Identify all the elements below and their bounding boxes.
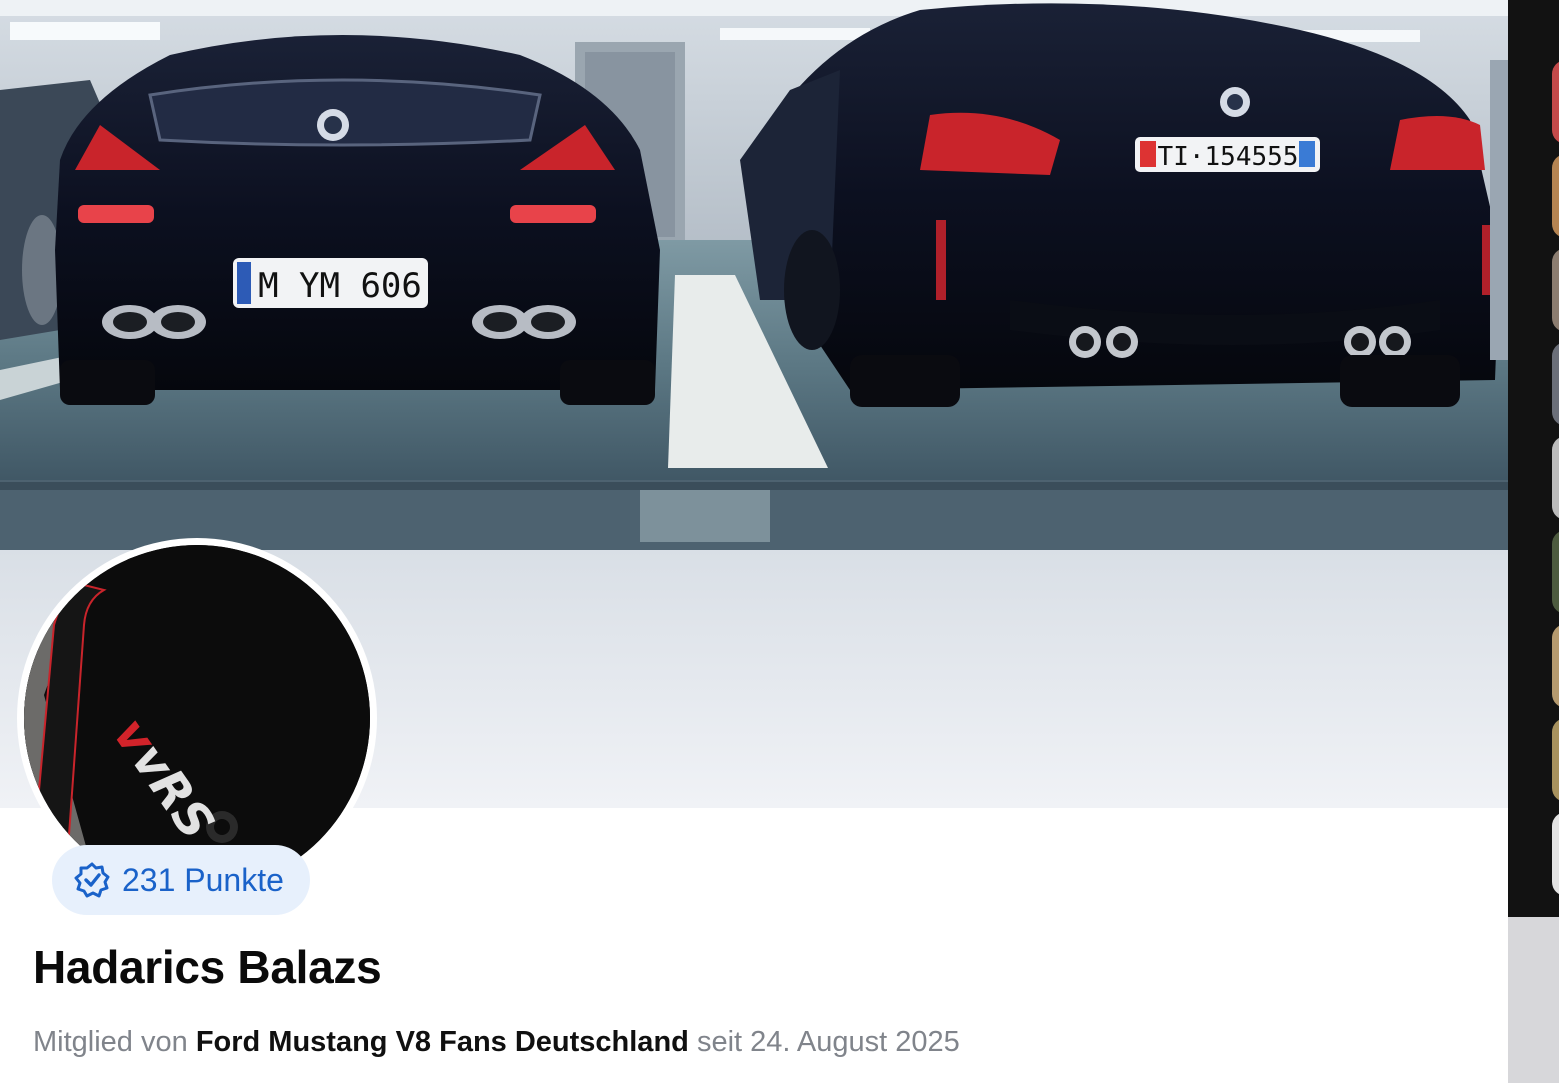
- thumbnail-item[interactable]: [1552, 624, 1559, 708]
- svg-text:TI·154555: TI·154555: [1158, 142, 1299, 172]
- group-link[interactable]: Ford Mustang V8 Fans Deutschland: [196, 1026, 689, 1058]
- thumbnail-item[interactable]: [1552, 154, 1559, 238]
- points-badge[interactable]: 231 Punkte: [52, 845, 310, 915]
- avatar[interactable]: vvRS: [24, 545, 370, 891]
- points-badge-icon: [74, 862, 110, 898]
- thumbnail-item[interactable]: [1552, 342, 1559, 426]
- points-label: 231 Punkte: [122, 861, 284, 898]
- membership-info: Mitglied von Ford Mustang V8 Fans Deutsc…: [33, 1026, 960, 1059]
- side-thumbnail-rail: [1508, 0, 1559, 1083]
- thumbnail-item[interactable]: [1552, 812, 1559, 896]
- thumbnail-strip: [1508, 0, 1559, 917]
- thumbnail-item[interactable]: [1552, 718, 1559, 802]
- thumbnail-item[interactable]: [1552, 436, 1559, 520]
- thumbnail-item[interactable]: [1552, 530, 1559, 614]
- member-since: seit 24. August 2025: [696, 1026, 960, 1058]
- thumbnail-item[interactable]: [1552, 60, 1559, 144]
- profile-page: M YM 606 TI·154555 vvRS 231 Punkte Hadar…: [0, 0, 1508, 1083]
- profile-name: Hadarics Balazs: [33, 941, 382, 993]
- member-prefix: Mitglied von: [33, 1026, 188, 1058]
- thumbnail-item[interactable]: [1552, 248, 1559, 332]
- svg-text:M YM 606: M YM 606: [258, 266, 422, 306]
